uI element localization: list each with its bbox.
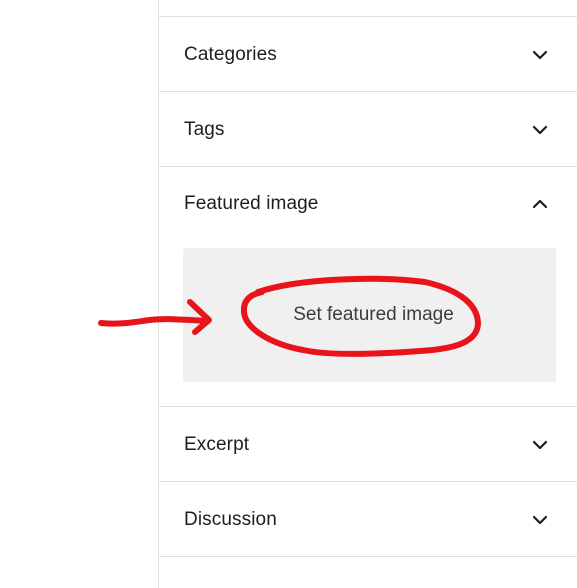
panel-title-excerpt: Excerpt bbox=[184, 434, 250, 455]
editor-canvas-area bbox=[0, 0, 158, 588]
chevron-down-icon bbox=[532, 125, 548, 135]
chevron-down-icon bbox=[532, 515, 548, 525]
set-featured-image-label: Set featured image bbox=[293, 304, 454, 325]
page: Categories Tags Featured image Set featu… bbox=[0, 0, 577, 588]
panel-divider bbox=[159, 91, 577, 92]
panel-divider bbox=[159, 406, 577, 407]
panel-divider bbox=[159, 556, 577, 557]
panel-toggle-excerpt[interactable]: Excerpt bbox=[159, 408, 577, 482]
set-featured-image-button[interactable]: Set featured image bbox=[183, 248, 556, 382]
chevron-down-icon bbox=[532, 440, 548, 450]
document-settings-sidebar: Categories Tags Featured image Set featu… bbox=[158, 0, 577, 588]
panel-divider bbox=[159, 16, 577, 17]
panel-toggle-featured-image[interactable]: Featured image bbox=[159, 167, 577, 241]
panel-title-discussion: Discussion bbox=[184, 509, 277, 530]
panel-toggle-discussion[interactable]: Discussion bbox=[159, 483, 577, 557]
panel-toggle-categories[interactable]: Categories bbox=[159, 18, 577, 92]
panel-title-featured-image: Featured image bbox=[184, 193, 319, 214]
panel-title-tags: Tags bbox=[184, 119, 225, 140]
chevron-down-icon bbox=[532, 50, 548, 60]
panel-divider bbox=[159, 481, 577, 482]
panel-title-categories: Categories bbox=[184, 44, 277, 65]
chevron-up-icon bbox=[532, 199, 548, 209]
panel-toggle-tags[interactable]: Tags bbox=[159, 93, 577, 167]
